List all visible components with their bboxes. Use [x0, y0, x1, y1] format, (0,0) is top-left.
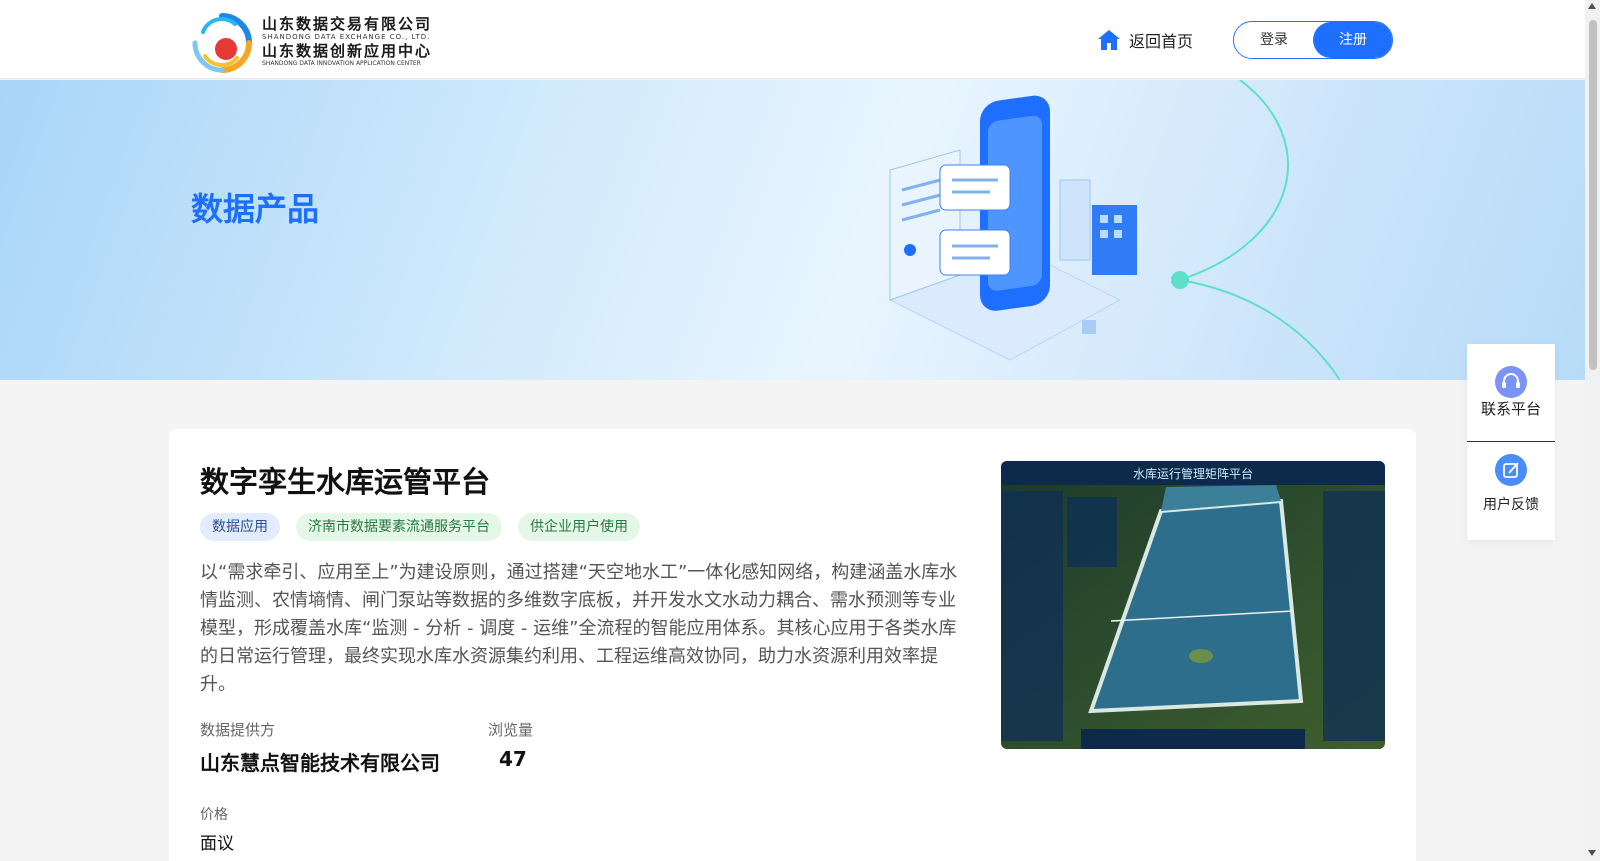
- banner-title: 数据产品: [191, 190, 320, 228]
- home-link-label: 返回首页: [1129, 32, 1194, 51]
- views-label: 浏览量: [488, 721, 534, 739]
- register-button[interactable]: 注册: [1313, 22, 1392, 58]
- page-scrollbar[interactable]: [1585, 0, 1600, 861]
- views-value: 47: [499, 747, 527, 771]
- home-icon: [1098, 30, 1120, 50]
- dashboard-title-text: 水库运行管理矩阵平台: [1133, 466, 1253, 481]
- logo-center-english: SHANDONG DATA INNOVATION APPLICATION CEN…: [262, 60, 421, 67]
- tag-category: 数据应用: [200, 513, 280, 541]
- scroll-down-arrow-icon[interactable]: [1588, 850, 1596, 856]
- logo-center-name: 山东数据创新应用中心: [262, 42, 433, 60]
- price-label: 价格: [200, 807, 228, 823]
- contact-platform-label: 联系平台: [1480, 400, 1541, 418]
- product-tags: 数据应用 济南市数据要素流通服务平台 供企业用户使用: [200, 513, 640, 541]
- product-title: 数字孪生水库运管平台: [200, 465, 491, 499]
- home-link[interactable]: 返回首页: [1097, 27, 1193, 53]
- headset-icon: [1495, 366, 1527, 398]
- scroll-thumb[interactable]: [1589, 20, 1597, 370]
- product-card: 数字孪生水库运管平台 数据应用 济南市数据要素流通服务平台 供企业用户使用 以“…: [169, 429, 1416, 861]
- provider-value: 山东慧点智能技术有限公司: [200, 751, 440, 775]
- price-value: 面议: [200, 834, 234, 854]
- edit-feedback-icon: [1495, 454, 1527, 486]
- page-banner: 数据产品: [0, 80, 1585, 380]
- tag-audience: 供企业用户使用: [518, 513, 640, 541]
- logo-text: 山东数据交易有限公司 SHANDONG DATA EXCHANGE CO., L…: [262, 15, 432, 68]
- banner-illustration: [888, 80, 1340, 380]
- scroll-up-arrow-icon[interactable]: [1588, 3, 1596, 9]
- top-header: 山东数据交易有限公司 SHANDONG DATA EXCHANGE CO., L…: [0, 0, 1585, 79]
- login-button[interactable]: 登录: [1234, 22, 1314, 58]
- tag-platform: 济南市数据要素流通服务平台: [296, 513, 502, 541]
- company-logo[interactable]: 山东数据交易有限公司 SHANDONG DATA EXCHANGE CO., L…: [191, 12, 461, 76]
- contact-platform-button[interactable]: 联系平台: [1467, 344, 1555, 441]
- user-feedback-button[interactable]: 用户反馈: [1467, 442, 1555, 539]
- logo-mark-icon: [192, 13, 252, 73]
- auth-buttons: 登录 注册: [1233, 21, 1393, 59]
- provider-label: 数据提供方: [200, 721, 276, 739]
- side-float-panel: 联系平台 用户反馈: [1467, 344, 1555, 540]
- reservoir-dashboard-image: 水库运行管理矩阵平台: [1001, 461, 1385, 749]
- product-description: 以“需求牵引、应用至上”为建设原则，通过搭建“天空地水工”一体化感知网络，构建涵…: [200, 562, 958, 695]
- product-image[interactable]: 水库运行管理矩阵平台: [1001, 461, 1385, 749]
- logo-company-name: 山东数据交易有限公司: [262, 15, 433, 33]
- logo-company-english: SHANDONG DATA EXCHANGE CO., LTD.: [262, 33, 431, 41]
- user-feedback-label: 用户反馈: [1483, 497, 1539, 513]
